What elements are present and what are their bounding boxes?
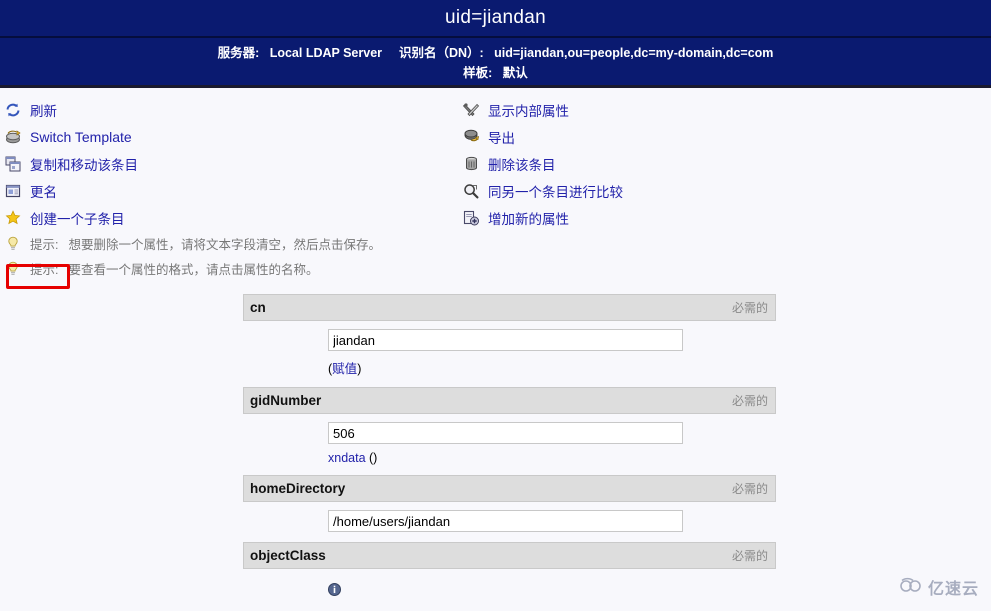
cloud-logo-icon: [899, 577, 923, 598]
action-compare-entry[interactable]: 同另一个条目进行比较: [462, 177, 912, 204]
page-header-bar: uid=jiandan: [0, 0, 991, 38]
objectclass-value-row: [328, 577, 776, 601]
copy-move-icon: [4, 155, 22, 173]
gidnumber-group-link[interactable]: xndata: [328, 451, 366, 465]
dn-label: 识别名（DN）:: [399, 46, 484, 60]
attribute-header[interactable]: objectClass 必需的: [243, 542, 776, 569]
attribute-name: homeDirectory: [250, 481, 346, 496]
attribute-body: (赋值): [243, 321, 776, 387]
attribute-required-badge: 必需的: [731, 549, 768, 563]
trash-icon: [462, 155, 480, 173]
star-icon: [4, 209, 22, 227]
attributes-table: cn 必需的 (赋值) gidNumber 必需的 xndata () home…: [243, 294, 776, 611]
action-add-attribute-label: 增加新的属性: [488, 211, 569, 227]
refresh-icon: [4, 101, 22, 119]
action-rename[interactable]: 更名: [4, 177, 454, 204]
actions-left-column: 刷新 Switch Template 复制和移动该条目 更名 创建一个子条目 提…: [4, 96, 454, 281]
sub-suffix: (): [365, 451, 378, 465]
attribute-row-cn: cn 必需的 (赋值): [243, 294, 776, 387]
cn-alias-link[interactable]: 赋值: [332, 362, 357, 376]
action-create-child-entry[interactable]: 创建一个子条目: [4, 204, 454, 231]
hint-body: 想要删除一个属性，请将文本字段清空，然后点击保存。: [68, 238, 381, 252]
switch-template-icon: [4, 128, 22, 146]
server-label: 服务器:: [217, 46, 260, 60]
action-copy-move-label: 复制和移动该条目: [30, 157, 138, 173]
template-label: 样板:: [463, 66, 493, 80]
cn-sub-text: (赋值): [328, 358, 776, 377]
info-icon: [328, 583, 341, 601]
attribute-header[interactable]: homeDirectory 必需的: [243, 475, 776, 502]
actions-right-column: 显示内部属性 导出 删除该条目 同另一个条目进行比较 增加新的属性: [462, 96, 912, 231]
action-create-child-entry-label: 创建一个子条目: [30, 211, 125, 227]
server-name: Local LDAP Server: [269, 46, 383, 60]
watermark-text: 亿速云: [927, 581, 979, 598]
action-export[interactable]: 导出: [462, 123, 912, 150]
attribute-header[interactable]: gidNumber 必需的: [243, 387, 776, 414]
attribute-body: xndata (): [243, 414, 776, 475]
compare-search-icon: [462, 182, 480, 200]
hint-delete-attribute: 提示: 想要删除一个属性，请将文本字段清空，然后点击保存。: [4, 231, 454, 256]
rename-icon: [4, 182, 22, 200]
page-title: uid=jiandan: [444, 7, 547, 28]
tools-icon: [462, 101, 480, 119]
attribute-row-gidnumber: gidNumber 必需的 xndata (): [243, 387, 776, 475]
attribute-name: gidNumber: [250, 393, 322, 408]
hint-attribute-format: 提示: 要查看一个属性的格式，请点击属性的名称。: [4, 256, 454, 281]
action-compare-entry-label: 同另一个条目进行比较: [488, 184, 623, 200]
hint-key: 提示:: [30, 263, 59, 277]
hint-key: 提示:: [30, 238, 59, 252]
attribute-required-badge: 必需的: [731, 394, 768, 408]
attribute-required-badge: 必需的: [731, 482, 768, 496]
attribute-name: objectClass: [250, 548, 326, 563]
action-copy-move[interactable]: 复制和移动该条目: [4, 150, 454, 177]
add-attribute-icon: [462, 209, 480, 227]
hint-attribute-format-text: 提示: 要查看一个属性的格式，请点击属性的名称。: [30, 259, 319, 278]
template-value: 默认: [502, 66, 528, 80]
action-add-attribute[interactable]: 增加新的属性: [462, 204, 912, 231]
lightbulb-icon: [4, 260, 22, 278]
sub-suffix: ): [357, 362, 362, 376]
attribute-name: cn: [250, 300, 266, 315]
action-refresh-label: 刷新: [30, 103, 57, 119]
attribute-row-objectclass: objectClass 必需的: [243, 542, 776, 611]
dn-value: uid=jiandan,ou=people,dc=my-domain,dc=co…: [494, 46, 774, 60]
homedirectory-input[interactable]: [328, 510, 683, 532]
attribute-row-homedirectory: homeDirectory 必需的: [243, 475, 776, 542]
action-show-internal-attributes[interactable]: 显示内部属性: [462, 96, 912, 123]
gidnumber-sub-text: xndata (): [328, 451, 776, 465]
action-refresh[interactable]: 刷新: [4, 96, 454, 123]
gidnumber-input[interactable]: [328, 422, 683, 444]
template-line: 样板: 默认: [0, 63, 991, 83]
cn-input[interactable]: [328, 329, 683, 351]
action-show-internal-attributes-label: 显示内部属性: [488, 103, 569, 119]
server-and-dn-line: 服务器: Local LDAP Server 识别名（DN）: uid=jian…: [0, 43, 991, 63]
entry-actions-panel: 刷新 Switch Template 复制和移动该条目 更名 创建一个子条目 提…: [0, 88, 991, 289]
hint-delete-attribute-text: 提示: 想要删除一个属性，请将文本字段清空，然后点击保存。: [30, 234, 381, 253]
watermark: 亿速云: [899, 575, 979, 599]
hint-body: 要查看一个属性的格式，请点击属性的名称。: [68, 263, 319, 277]
action-delete-entry-label: 删除该条目: [488, 157, 556, 173]
entry-info-bar: 服务器: Local LDAP Server 识别名（DN）: uid=jian…: [0, 38, 991, 88]
lightbulb-icon: [4, 235, 22, 253]
attribute-required-badge: 必需的: [731, 301, 768, 315]
attribute-body: [243, 569, 776, 611]
action-switch-template[interactable]: Switch Template: [4, 123, 454, 150]
attribute-header[interactable]: cn 必需的: [243, 294, 776, 321]
action-delete-entry[interactable]: 删除该条目: [462, 150, 912, 177]
action-switch-template-label: Switch Template: [30, 128, 132, 145]
action-export-label: 导出: [488, 130, 515, 146]
export-icon: [462, 128, 480, 146]
attribute-body: [243, 502, 776, 542]
action-rename-label: 更名: [30, 184, 57, 200]
